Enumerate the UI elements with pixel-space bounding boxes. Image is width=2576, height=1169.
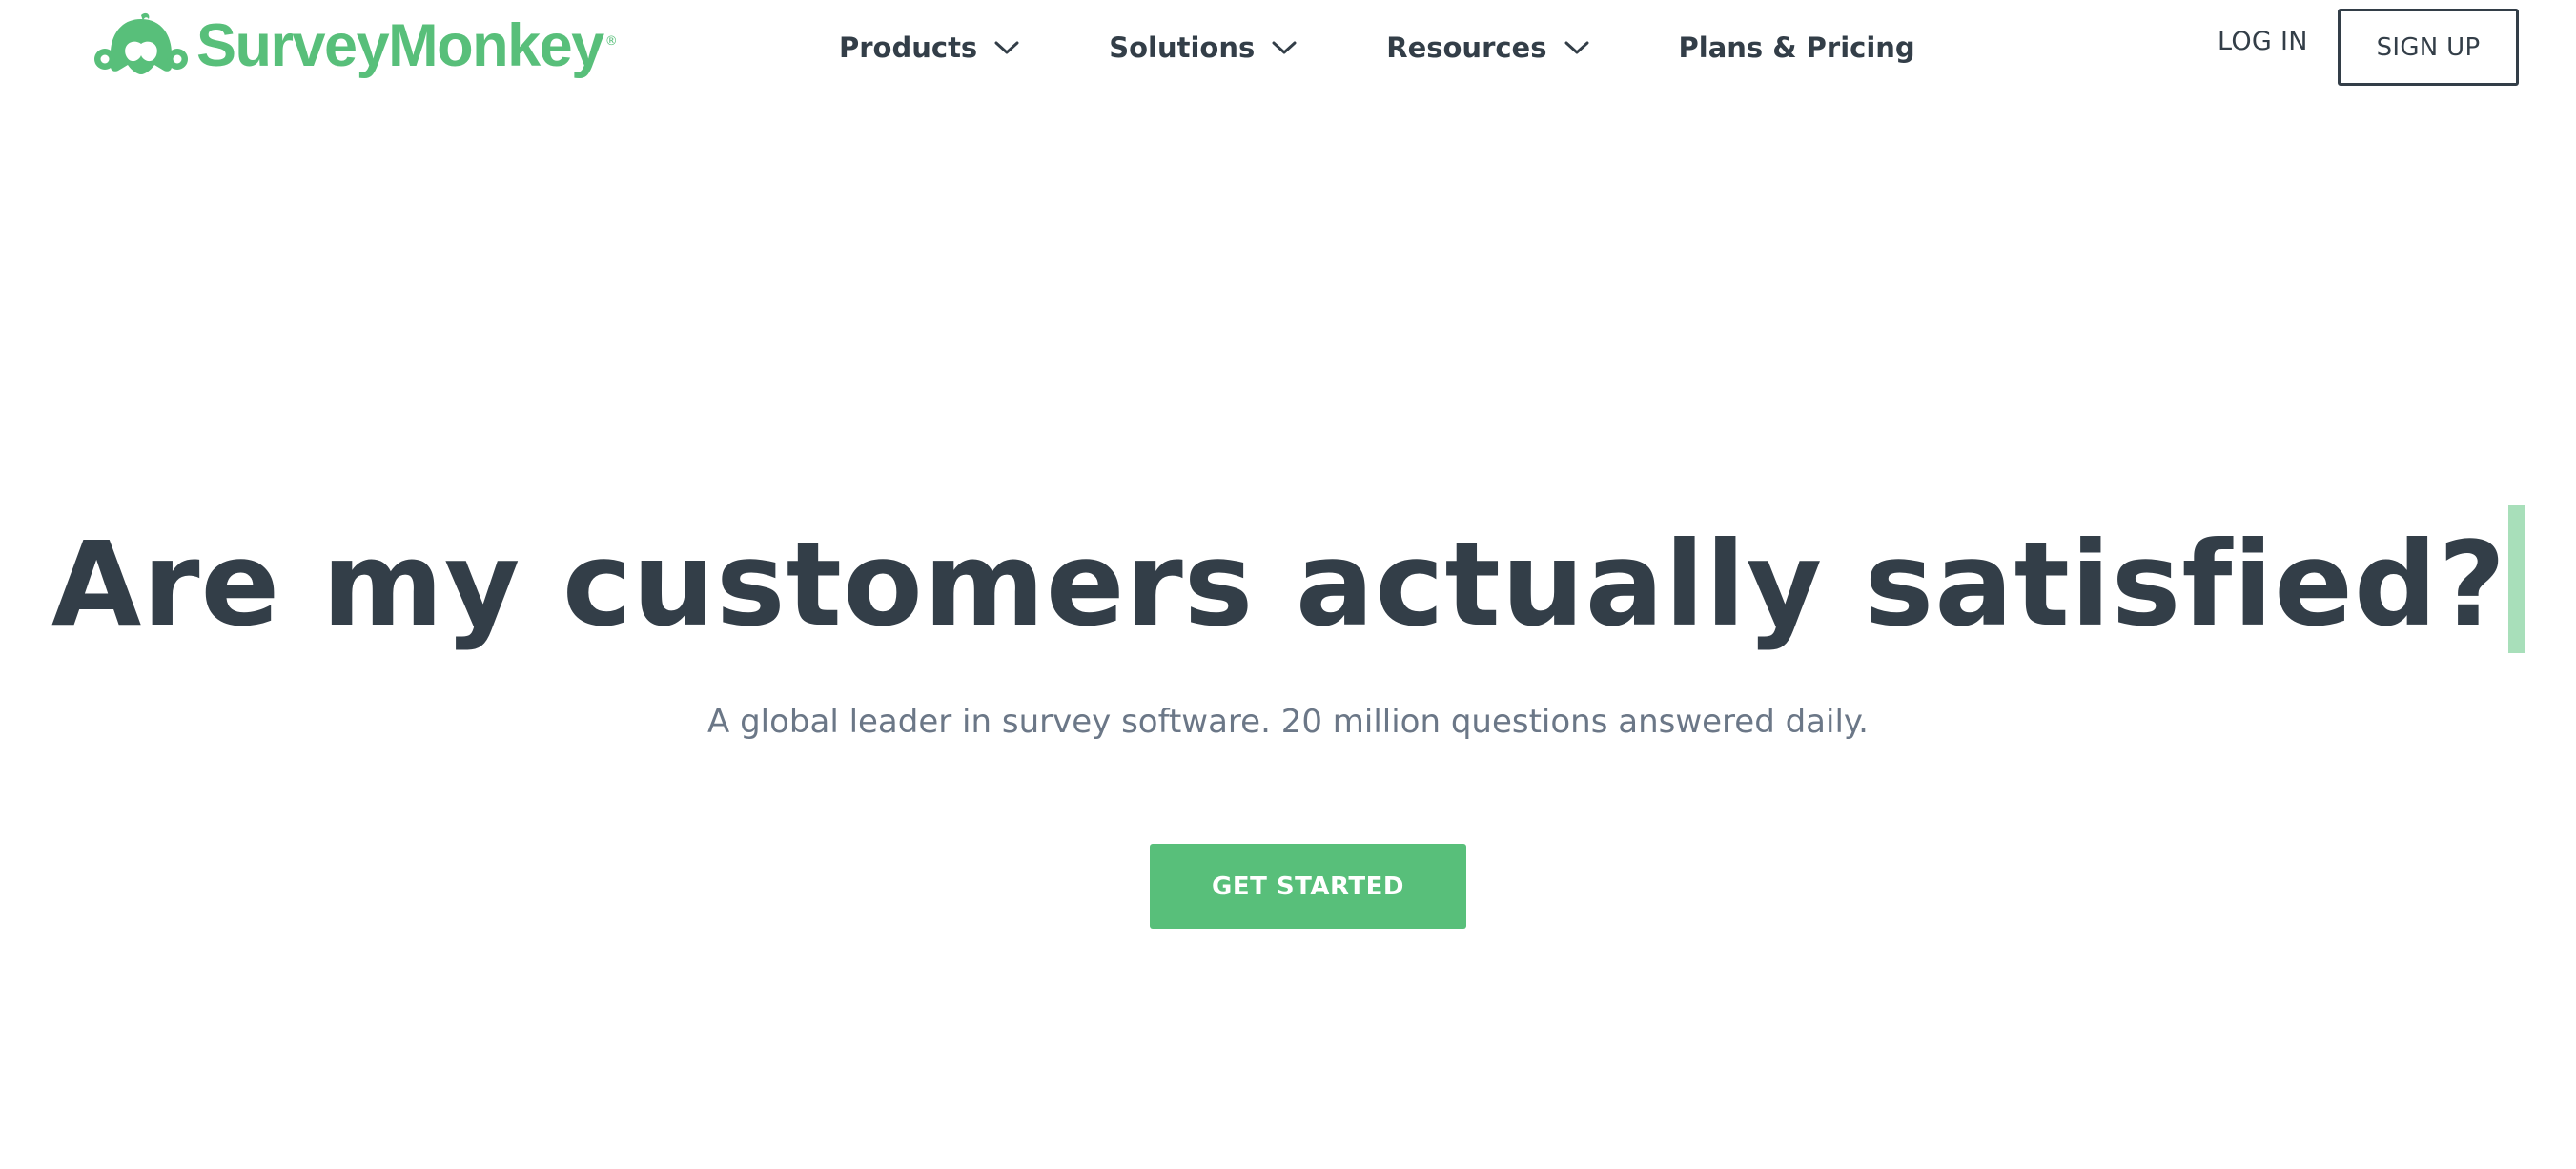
registered-mark: ® (604, 34, 618, 49)
main-nav: Products Solutions Resources Plans & Pri… (839, 17, 1915, 78)
chevron-down-icon (994, 41, 1019, 54)
nav-plans-pricing-label: Plans & Pricing (1678, 31, 1915, 64)
nav-products-label: Products (839, 31, 978, 64)
hero-title: Are my customers actually satisfied? (0, 503, 2576, 666)
nav-plans-pricing[interactable]: Plans & Pricing (1679, 31, 1915, 64)
nav-resources[interactable]: Resources (1386, 31, 1588, 64)
nav-products[interactable]: Products (839, 31, 1019, 64)
logo-wordmark: SurveyMonkey (196, 12, 604, 79)
site-header: SurveyMonkey ® Products Solutions Resour… (0, 0, 2576, 95)
hero-title-text: Are my customers actually satisfied? (51, 517, 2507, 652)
chevron-down-icon (1272, 41, 1297, 54)
signup-button[interactable]: SIGN UP (2338, 9, 2519, 86)
surveymonkey-logo-icon (94, 12, 188, 74)
typing-caret (2508, 505, 2525, 653)
nav-solutions-label: Solutions (1109, 31, 1256, 64)
nav-resources-label: Resources (1386, 31, 1547, 64)
login-link[interactable]: LOG IN (2218, 27, 2308, 56)
surveymonkey-logo[interactable]: SurveyMonkey ® (93, 8, 618, 84)
nav-solutions[interactable]: Solutions (1109, 31, 1297, 64)
chevron-down-icon (1564, 41, 1588, 54)
hero-subtitle: A global leader in survey software. 20 m… (707, 703, 1869, 741)
get-started-button[interactable]: GET STARTED (1150, 844, 1466, 929)
